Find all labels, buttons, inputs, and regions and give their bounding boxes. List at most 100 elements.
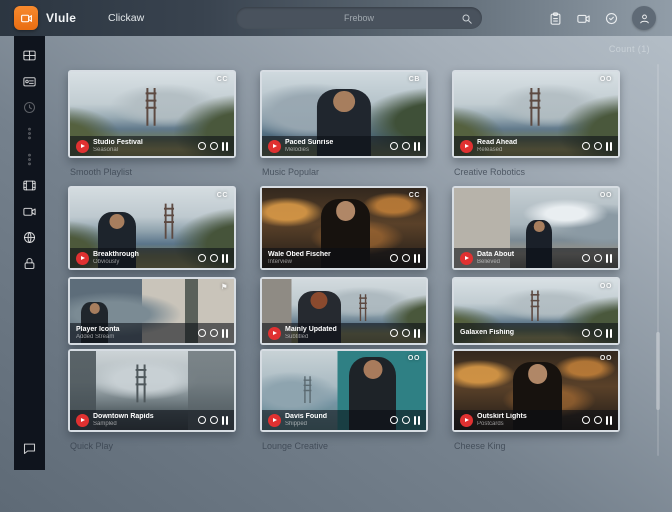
video-info-bar: Paced SunriseMelodies: [262, 136, 426, 156]
topbar-actions: [548, 0, 656, 36]
channel-badge: [76, 252, 89, 265]
pause-icon[interactable]: [414, 142, 420, 151]
video-caption[interactable]: Lounge Creative: [260, 441, 428, 451]
video-logo-icon: [20, 12, 33, 25]
pause-icon[interactable]: [414, 329, 420, 338]
sidebar-item-more-1[interactable]: [22, 126, 37, 141]
clipboard-icon[interactable]: [548, 11, 563, 26]
video-info-bar: Davis FoundShipped: [262, 410, 426, 430]
video-thumbnail: CCWale Obed FischerInterview: [262, 188, 426, 268]
video-subtitle: Obviously: [93, 259, 194, 266]
video-subtitle: Shipped: [285, 421, 386, 428]
sidebar-item-private[interactable]: [22, 256, 37, 271]
badge-check-icon[interactable]: [604, 11, 619, 26]
video-card[interactable]: CB Paced SunriseMelodies: [260, 70, 428, 158]
cc-badge: OO: [600, 355, 612, 362]
pause-icon[interactable]: [222, 329, 228, 338]
video-thumbnail: CB Paced SunriseMelodies: [262, 72, 426, 156]
sidebar-item-videos[interactable]: [22, 178, 37, 193]
video-card[interactable]: CCStudio FestivalSeasonal: [68, 70, 236, 158]
sidebar-item-dashboard[interactable]: [22, 48, 37, 63]
video-info-bar: Player IcontaAdded Stream: [70, 323, 234, 343]
search-bar[interactable]: [236, 7, 482, 29]
profile-avatar[interactable]: [632, 6, 656, 30]
video-thumbnail: Downtown RapidsSampled: [70, 351, 234, 430]
channel-badge: [268, 327, 281, 340]
circle-icon: [402, 142, 410, 150]
search-input[interactable]: [236, 7, 482, 29]
count-label: Count (1): [609, 44, 650, 54]
top-navigation-bar: Vlule Clickaw: [0, 0, 672, 36]
video-caption[interactable]: Creative Robotics: [452, 167, 620, 177]
video-camera-icon[interactable]: [576, 11, 591, 26]
bridge-illustration: [526, 289, 544, 321]
app-window: Vlule Clickaw Count (1) CCStudio Festiva…: [0, 0, 672, 512]
video-card[interactable]: OO Data AboutBelieved: [452, 186, 620, 270]
sidebar-item-feedback[interactable]: [22, 441, 37, 456]
video-title: Galaxen Fishing: [460, 329, 578, 337]
sidebar-item-history[interactable]: [22, 100, 37, 115]
search-icon[interactable]: [461, 12, 473, 24]
sidebar-item-library[interactable]: [22, 74, 37, 89]
video-caption[interactable]: Cheese King: [452, 441, 620, 451]
sidebar-item-more-2[interactable]: [22, 152, 37, 167]
app-logo[interactable]: [14, 6, 38, 30]
video-row-4: Downtown RapidsSampledOODavis FoundShipp…: [68, 349, 620, 432]
video-info-bar: Wale Obed FischerInterview: [262, 248, 426, 268]
channel-badge: [268, 140, 281, 153]
cc-badge: OO: [600, 283, 612, 290]
video-card[interactable]: OODavis FoundShipped: [260, 349, 428, 432]
caption-row: Quick Play Lounge Creative Cheese King: [68, 432, 620, 460]
pause-icon[interactable]: [606, 142, 612, 151]
channel-badge: [76, 414, 89, 427]
video-card[interactable]: OO Galaxen Fishing: [452, 277, 620, 345]
pause-icon[interactable]: [414, 254, 420, 263]
sidebar-item-camera[interactable]: [22, 204, 37, 219]
video-subtitle: Seasonal: [93, 147, 194, 154]
video-row-2: CCBreakthroughObviously CCWale Obed Fisch…: [68, 186, 620, 270]
circle-icon: [594, 416, 602, 424]
video-card[interactable]: ⚑ Player IcontaAdded Stream: [68, 277, 236, 345]
video-caption[interactable]: Smooth Playlist: [68, 167, 236, 177]
video-subtitle: Added Stream: [76, 334, 194, 341]
video-thumbnail: OOOutskirt LightsPostcards: [454, 351, 618, 430]
nav-item-clickaw[interactable]: Clickaw: [108, 0, 144, 36]
video-thumbnail: CCBreakthroughObviously: [70, 188, 234, 268]
video-info-bar: BreakthroughObviously: [70, 248, 234, 268]
cc-badge: ⚑: [221, 283, 228, 291]
pause-icon[interactable]: [606, 329, 612, 338]
pause-icon[interactable]: [606, 254, 612, 263]
duration-meta: [390, 142, 420, 151]
video-card[interactable]: Mainly UpdatedSubtitled: [260, 277, 428, 345]
cc-badge: CB: [409, 76, 420, 83]
pause-icon[interactable]: [414, 416, 420, 425]
circle-icon: [402, 416, 410, 424]
pause-icon[interactable]: [222, 416, 228, 425]
pause-icon[interactable]: [222, 142, 228, 151]
video-subtitle: Believed: [477, 259, 578, 266]
video-subtitle: Subtitled: [285, 334, 386, 341]
scrollbar-thumb[interactable]: [656, 332, 660, 410]
video-subtitle: Melodies: [285, 147, 386, 154]
channel-badge: [460, 414, 473, 427]
circle-icon: [210, 416, 218, 424]
video-caption[interactable]: Quick Play: [68, 441, 236, 451]
video-subtitle: Postcards: [477, 421, 578, 428]
pause-icon[interactable]: [606, 416, 612, 425]
pause-icon[interactable]: [222, 254, 228, 263]
video-card[interactable]: CCWale Obed FischerInterview: [260, 186, 428, 270]
duration-meta: [582, 142, 612, 151]
video-row-3: ⚑ Player IcontaAdded Stream Mainly Updated…: [68, 277, 620, 345]
video-card[interactable]: CCBreakthroughObviously: [68, 186, 236, 270]
video-thumbnail: OORead AheadReleased: [454, 72, 618, 156]
video-caption[interactable]: Music Popular: [260, 167, 428, 177]
video-card[interactable]: Downtown RapidsSampled: [68, 349, 236, 432]
duration-meta: [390, 329, 420, 338]
video-card[interactable]: OORead AheadReleased: [452, 70, 620, 158]
circle-icon: [210, 142, 218, 150]
video-card[interactable]: OOOutskirt LightsPostcards: [452, 349, 620, 432]
sidebar-item-explore[interactable]: [22, 230, 37, 245]
cc-badge: OO: [600, 192, 612, 199]
channel-badge: [460, 252, 473, 265]
video-info-bar: Data AboutBelieved: [454, 248, 618, 268]
